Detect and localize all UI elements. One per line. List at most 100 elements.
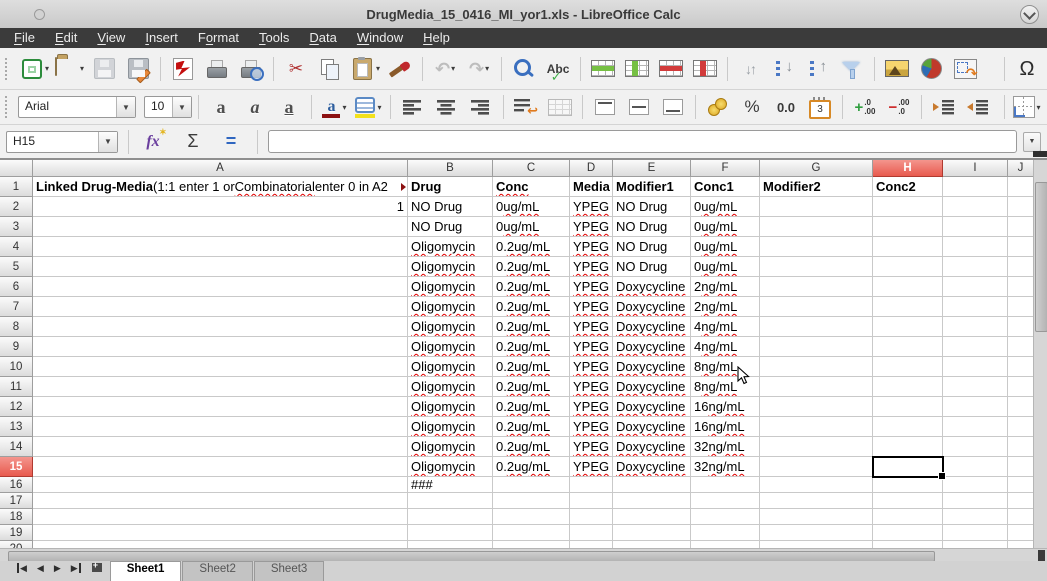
number-format-button[interactable]: 0.0 [770, 92, 802, 122]
cell-B1[interactable]: Drug [408, 177, 493, 197]
chevron-down-icon[interactable]: ▼ [98, 132, 117, 152]
cell-F10[interactable]: 8ng/mL [691, 357, 760, 377]
cell-D16[interactable] [570, 477, 613, 493]
first-sheet-button[interactable]: ◀ [17, 563, 27, 573]
decrease-indent-button[interactable] [962, 92, 994, 122]
cell-F8[interactable]: 4ng/mL [691, 317, 760, 337]
cell-G13[interactable] [760, 417, 873, 437]
cell-A8[interactable] [33, 317, 408, 337]
percent-format-button[interactable]: % [736, 92, 768, 122]
delete-decimal-button[interactable]: −.00.0 [883, 92, 915, 122]
borders-button[interactable]: ▾ [1011, 92, 1043, 122]
menu-view[interactable]: View [87, 28, 135, 48]
cell-C20[interactable] [493, 541, 570, 548]
row-header-7[interactable]: 7 [0, 297, 33, 317]
cell-J17[interactable] [1008, 493, 1033, 509]
cell-I14[interactable] [943, 437, 1008, 457]
cell-G4[interactable] [760, 237, 873, 257]
insert-object-button[interactable] [949, 54, 981, 84]
cell-A12[interactable] [33, 397, 408, 417]
cell-E13[interactable]: Doxycycline [613, 417, 691, 437]
cell-C13[interactable]: 0.2ug/mL [493, 417, 570, 437]
vertical-scrollbar-thumb[interactable] [1035, 182, 1047, 332]
cell-I10[interactable] [943, 357, 1008, 377]
cell-D14[interactable]: YPEG [570, 437, 613, 457]
cell-J9[interactable] [1008, 337, 1033, 357]
paste-button[interactable]: ▾ [348, 54, 382, 84]
column-header-E[interactable]: E [613, 160, 691, 177]
cell-G17[interactable] [760, 493, 873, 509]
cell-J3[interactable] [1008, 217, 1033, 237]
row-header-3[interactable]: 3 [0, 217, 33, 237]
cell-E14[interactable]: Doxycycline [613, 437, 691, 457]
cell-E6[interactable]: Doxycycline [613, 277, 691, 297]
cell-F17[interactable] [691, 493, 760, 509]
cell-E16[interactable] [613, 477, 691, 493]
cell-D12[interactable]: YPEG [570, 397, 613, 417]
cell-H16[interactable] [873, 477, 943, 493]
cell-C9[interactable]: 0.2ug/mL [493, 337, 570, 357]
cell-B17[interactable] [408, 493, 493, 509]
row-header-2[interactable]: 2 [0, 197, 33, 217]
horizontal-scrollbar[interactable] [0, 548, 1047, 561]
insert-column-button[interactable] [621, 54, 653, 84]
cell-F19[interactable] [691, 525, 760, 541]
cell-A10[interactable] [33, 357, 408, 377]
cell-J1[interactable] [1008, 177, 1033, 197]
cell-E4[interactable]: NO Drug [613, 237, 691, 257]
cell-H6[interactable] [873, 277, 943, 297]
cell-A14[interactable] [33, 437, 408, 457]
cell-D4[interactable]: YPEG [570, 237, 613, 257]
delete-row-button[interactable] [655, 54, 687, 84]
bold-button[interactable]: a [205, 92, 237, 122]
row-header-8[interactable]: 8 [0, 317, 33, 337]
cell-D1[interactable]: Media [570, 177, 613, 197]
name-box[interactable]: H15 ▼ [6, 131, 118, 153]
cell-J2[interactable] [1008, 197, 1033, 217]
row-header-19[interactable]: 19 [0, 525, 33, 541]
toolbar-drag-handle[interactable] [5, 58, 13, 80]
cell-I19[interactable] [943, 525, 1008, 541]
cell-H7[interactable] [873, 297, 943, 317]
cell-C12[interactable]: 0.2ug/mL [493, 397, 570, 417]
insert-image-button[interactable] [881, 54, 913, 84]
cell-F5[interactable]: 0ug/mL [691, 257, 760, 277]
cell-G1[interactable]: Modifier2 [760, 177, 873, 197]
cell-B2[interactable]: NO Drug [408, 197, 493, 217]
cell-D6[interactable]: YPEG [570, 277, 613, 297]
horizontal-split-handle[interactable] [1038, 550, 1045, 561]
cell-H18[interactable] [873, 509, 943, 525]
column-header-J[interactable]: J [1008, 160, 1033, 177]
add-decimal-button[interactable]: +.0.00 [849, 92, 881, 122]
cell-A19[interactable] [33, 525, 408, 541]
cell-J16[interactable] [1008, 477, 1033, 493]
row-header-10[interactable]: 10 [0, 357, 33, 377]
row-header-17[interactable]: 17 [0, 493, 33, 509]
cell-E7[interactable]: Doxycycline [613, 297, 691, 317]
menu-help[interactable]: Help [413, 28, 460, 48]
sort-descending-button[interactable] [768, 54, 800, 84]
cell-D3[interactable]: YPEG [570, 217, 613, 237]
insert-row-button[interactable] [587, 54, 619, 84]
cell-H11[interactable] [873, 377, 943, 397]
cell-C6[interactable]: 0.2ug/mL [493, 277, 570, 297]
cell-A7[interactable] [33, 297, 408, 317]
cell-A3[interactable] [33, 217, 408, 237]
new-document-button[interactable]: ▾ [18, 54, 51, 84]
cell-A20[interactable] [33, 541, 408, 548]
cell-B16[interactable]: ### [408, 477, 493, 493]
cell-E18[interactable] [613, 509, 691, 525]
column-header-G[interactable]: G [760, 160, 873, 177]
cell-A17[interactable] [33, 493, 408, 509]
cell-I7[interactable] [943, 297, 1008, 317]
selection-fill-handle[interactable] [938, 472, 946, 480]
cell-F14[interactable]: 32ng/mL [691, 437, 760, 457]
cell-C11[interactable]: 0.2ug/mL [493, 377, 570, 397]
cell-I17[interactable] [943, 493, 1008, 509]
align-bottom-button[interactable] [657, 92, 689, 122]
copy-button[interactable] [314, 54, 346, 84]
cell-D20[interactable] [570, 541, 613, 548]
cell-E17[interactable] [613, 493, 691, 509]
cell-D8[interactable]: YPEG [570, 317, 613, 337]
cell-J7[interactable] [1008, 297, 1033, 317]
